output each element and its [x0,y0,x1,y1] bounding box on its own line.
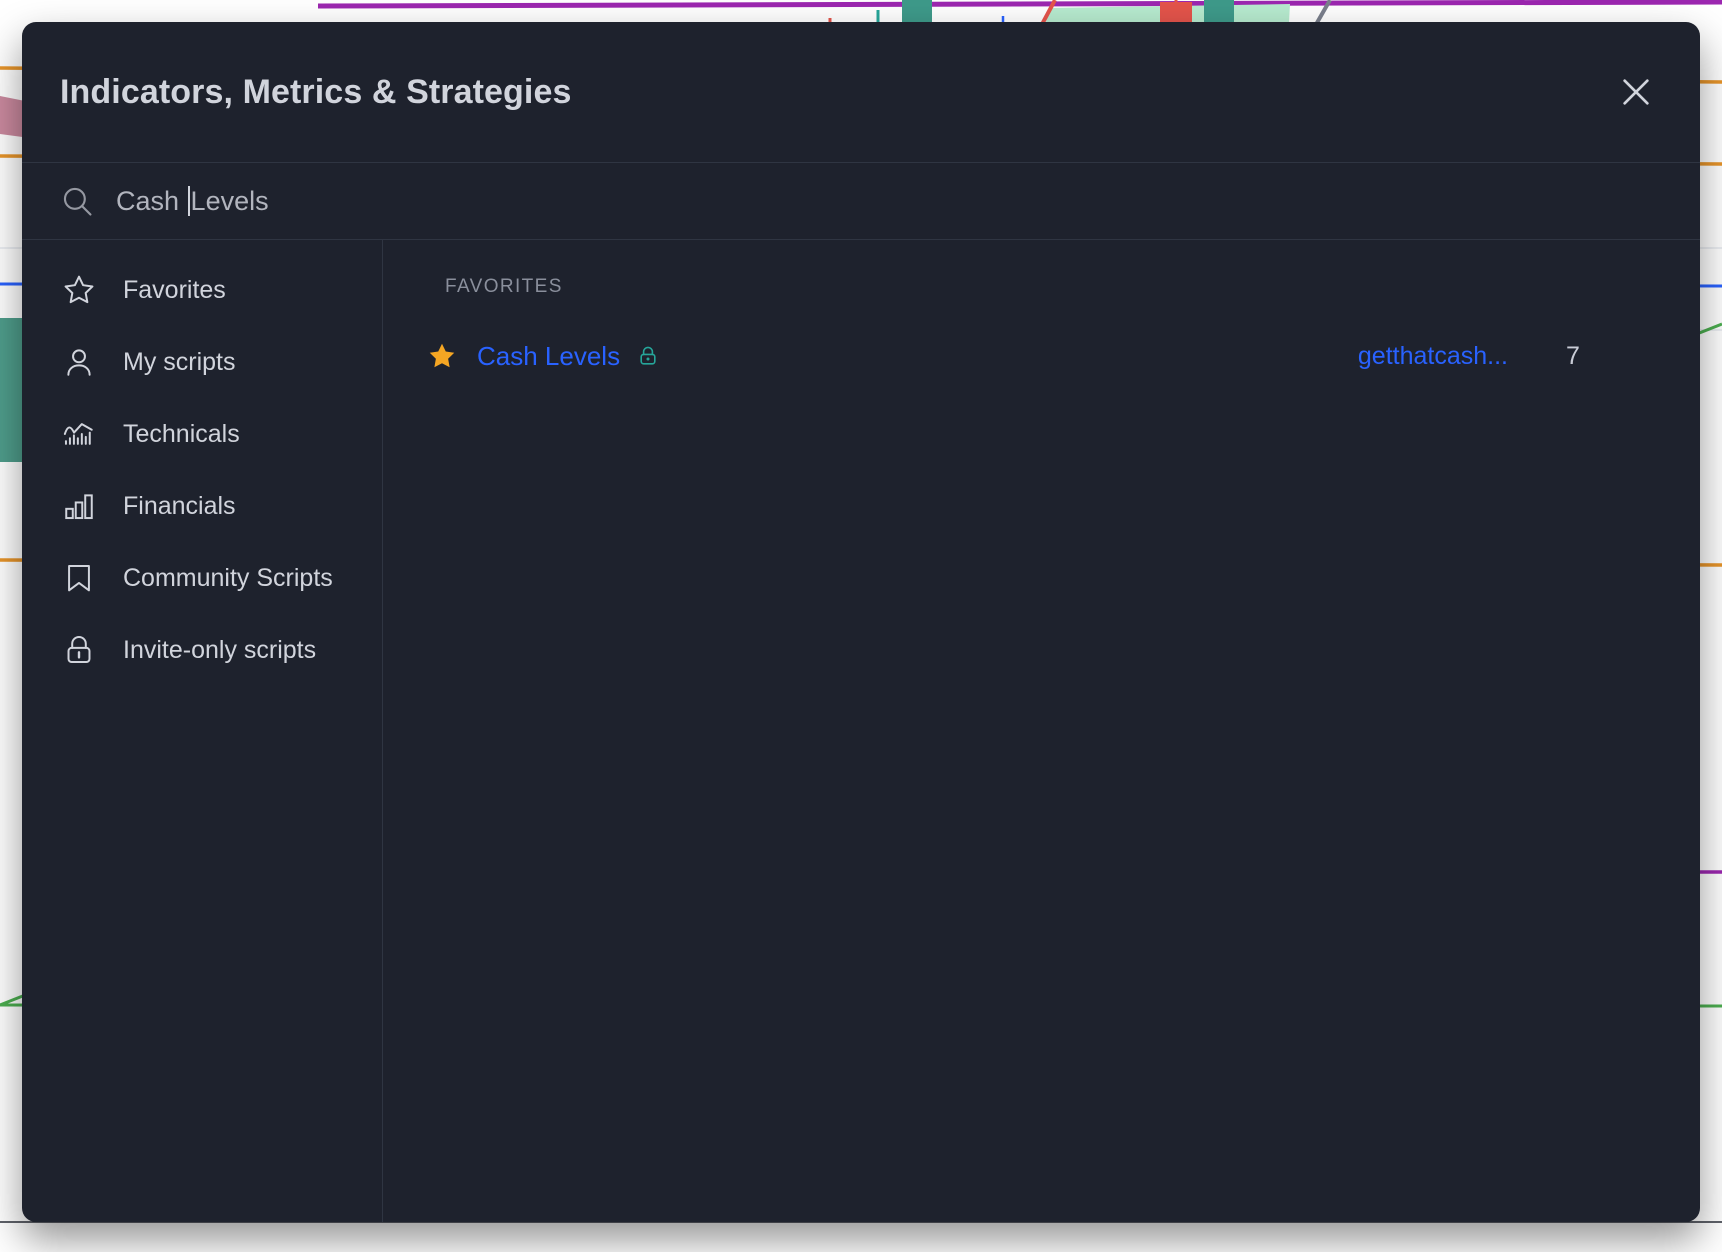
financials-bar-chart-icon [61,488,97,524]
page-title: Indicators, Metrics & Strategies [60,72,572,111]
indicators-modal: Indicators, Metrics & Strategies Cash Le… [22,22,1700,1222]
lock-green-icon [640,346,656,365]
sidebar: Favorites My scripts Technicals Financia… [22,240,383,1222]
sidebar-item-label: Community Scripts [123,563,333,592]
lock-icon [61,632,97,668]
close-icon [1623,79,1649,105]
sidebar-item-community-scripts[interactable]: Community Scripts [22,542,382,614]
text-caret [187,186,190,216]
sidebar-item-label: Financials [123,491,236,520]
sidebar-item-label: Invite-only scripts [123,635,317,664]
list-item[interactable]: Cash Levels getthatcash... 7 [383,330,1700,382]
search-text-after-caret: Levels [190,185,269,216]
script-name[interactable]: Cash Levels [477,341,620,372]
search-text-before-caret: Cash [116,185,187,216]
bookmark-icon [61,560,97,596]
star-filled-icon[interactable] [427,341,457,371]
sidebar-item-invite-only-scripts[interactable]: Invite-only scripts [22,614,382,686]
search-icon [63,187,92,216]
script-count: 7 [1566,341,1580,370]
technicals-icon [61,416,97,452]
results-section-header: FAVORITES [445,276,563,297]
sidebar-item-my-scripts[interactable]: My scripts [22,326,382,398]
star-outline-icon [61,272,97,308]
search-input[interactable]: Cash Levels [116,186,269,217]
sidebar-item-label: My scripts [123,347,236,376]
close-button[interactable] [1610,66,1662,118]
search-bar[interactable]: Cash Levels [22,163,1700,240]
results-panel: FAVORITES Cash Levels getthatcash... 7 [383,240,1700,1222]
script-author[interactable]: getthatcash... [1278,342,1508,371]
sidebar-item-favorites[interactable]: Favorites [22,254,382,326]
sidebar-item-label: Technicals [123,419,240,448]
sidebar-item-financials[interactable]: Financials [22,470,382,542]
modal-body: Favorites My scripts Technicals Financia… [22,240,1700,1222]
modal-header: Indicators, Metrics & Strategies [22,22,1700,163]
sidebar-item-technicals[interactable]: Technicals [22,398,382,470]
sidebar-item-label: Favorites [123,275,226,304]
person-icon [61,344,97,380]
